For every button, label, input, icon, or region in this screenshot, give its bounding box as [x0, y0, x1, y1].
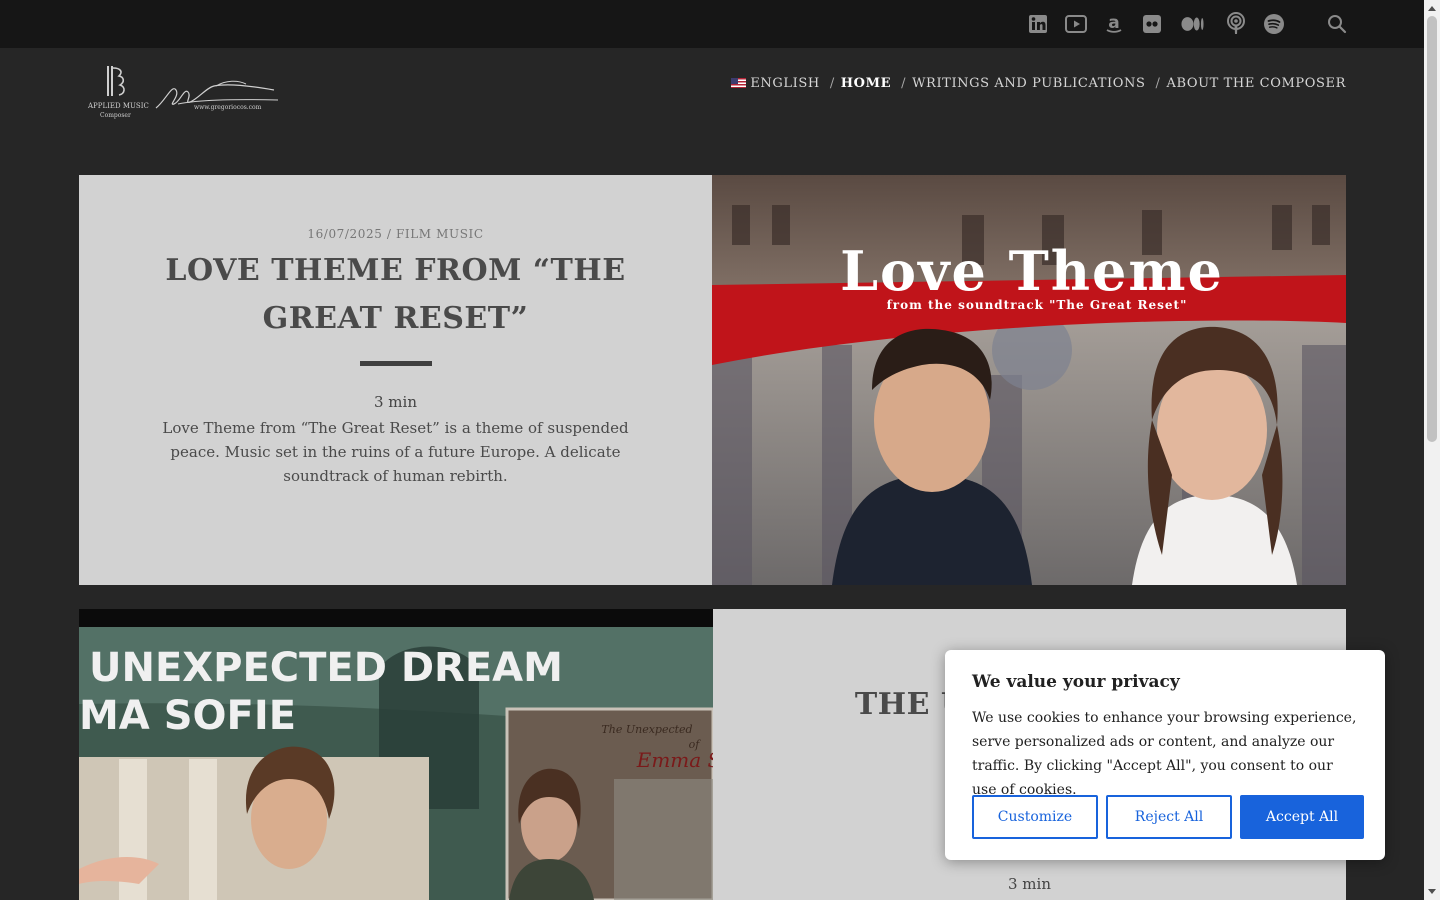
cookie-buttons: Customize Reject All Accept All [972, 795, 1364, 839]
post-excerpt: Love Theme from “The Great Reset” is a t… [162, 419, 629, 485]
nav-separator: / [829, 76, 835, 91]
medium-icon[interactable] [1181, 12, 1205, 36]
poster-headline: UNEXPECTED DREAM [89, 645, 563, 691]
nav-separator: / [1155, 76, 1161, 91]
poster-title-line-3: Emma S [636, 748, 713, 772]
main-navigation: English / Home / Writings and Publicatio… [731, 76, 1346, 91]
post-card: 16/07/2025 / Film Music Love Theme from … [79, 175, 1346, 585]
emma-sofie-poster: UNEXPECTED DREAM MA SOFIE The Unexpected… [79, 609, 713, 900]
search-icon[interactable] [1325, 12, 1349, 36]
post-meta[interactable]: 16/07/2025 / Film Music [79, 227, 712, 241]
accept-all-button[interactable]: Accept All [1240, 795, 1364, 839]
spotify-icon[interactable] [1262, 12, 1286, 36]
title-divider [360, 361, 432, 366]
poster-title-line-1: The Unexpected [601, 723, 692, 736]
scroll-down-arrow-icon[interactable] [1428, 889, 1436, 894]
nav-writings[interactable]: Writings and Publications [912, 76, 1145, 91]
nav-language-label: English [750, 76, 820, 91]
flickr-icon[interactable] [1140, 12, 1164, 36]
logo-tagline: APPLIED MUSIC [88, 102, 149, 110]
post-featured-image[interactable]: Love Theme from the soundtrack "The Grea… [712, 175, 1346, 585]
cookie-consent-banner: We value your privacy We use cookies to … [945, 650, 1385, 860]
us-flag-icon [731, 78, 747, 88]
reject-all-button[interactable]: Reject All [1106, 795, 1232, 839]
top-bar: a [0, 0, 1424, 48]
poster-headline: Love Theme [840, 239, 1224, 303]
poster-subline: from the soundtrack "The Great Reset" [887, 298, 1188, 312]
logo-subtitle: Composer [100, 112, 131, 119]
scrollbar-thumb[interactable] [1427, 16, 1437, 442]
post-featured-image[interactable]: UNEXPECTED DREAM MA SOFIE The Unexpected… [79, 609, 713, 900]
linkedin-icon[interactable] [1026, 12, 1050, 36]
poster-headline-2: MA SOFIE [79, 693, 296, 739]
read-time: 3 min [374, 393, 417, 411]
scroll-up-arrow-icon[interactable] [1428, 6, 1436, 11]
svg-text:a: a [1108, 13, 1119, 33]
customize-button[interactable]: Customize [972, 795, 1098, 839]
love-theme-poster: Love Theme from the soundtrack "The Grea… [712, 175, 1346, 585]
post-title[interactable]: Love Theme from “The Great Reset” [139, 247, 652, 343]
nav-about[interactable]: About the composer [1166, 76, 1346, 91]
podcast-icon[interactable] [1224, 12, 1248, 36]
youtube-icon[interactable] [1064, 12, 1088, 36]
cookie-title: We value your privacy [972, 672, 1180, 692]
site-header: APPLIED MUSIC Composer www.gregoriocos.c… [0, 48, 1424, 168]
post-text: 16/07/2025 / Film Music Love Theme from … [79, 175, 712, 585]
nav-separator: / [901, 76, 907, 91]
nav-home[interactable]: Home [841, 76, 891, 91]
cookie-text: We use cookies to enhance your browsing … [972, 710, 1357, 798]
amazon-icon[interactable]: a [1102, 12, 1126, 36]
vertical-scrollbar[interactable] [1424, 0, 1440, 900]
nav-language[interactable]: English [731, 76, 819, 91]
read-time: 3 min [1008, 875, 1051, 893]
logo-url: www.gregoriocos.com [194, 104, 262, 111]
site-logo[interactable]: APPLIED MUSIC Composer www.gregoriocos.c… [86, 64, 286, 122]
